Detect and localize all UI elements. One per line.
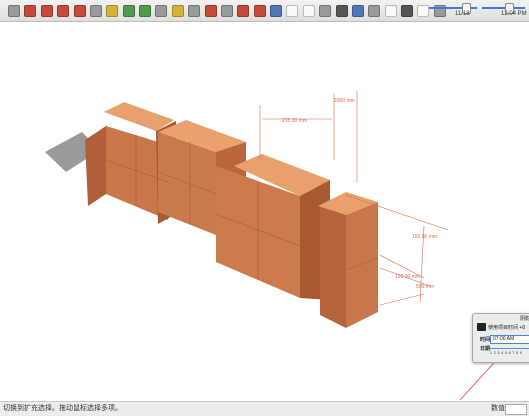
eraser-icon[interactable] (24, 4, 37, 17)
dimension-icon[interactable] (171, 4, 184, 17)
next-view-icon[interactable] (335, 4, 348, 17)
status-message: 切换到扩充选择。拖动鼠标选择多项。 (3, 405, 122, 412)
dimension-right-depth-1: 120.00 mm (395, 274, 420, 280)
time-label: 12:04 PM (501, 11, 527, 17)
month-ticks: 1 2 3 4 5 6 7 8 9 (490, 351, 523, 355)
push-pull-icon[interactable] (106, 4, 119, 17)
pan-icon[interactable] (270, 4, 282, 17)
select-tool-icon[interactable] (8, 4, 20, 17)
time-slider-track[interactable] (482, 7, 525, 9)
time-input[interactable]: 07:00 AM (490, 335, 529, 344)
3d-text-icon[interactable] (237, 4, 250, 17)
scale-icon[interactable] (89, 4, 102, 17)
text-icon[interactable] (204, 4, 217, 17)
brick-end-inner (320, 205, 346, 328)
model-canvas: 215.00 mm 2000 mm 102.00 mm 120.00 mm 50… (45, 91, 505, 401)
status-bar: 切换到扩充选择。拖动鼠标选择多项。 数值 (0, 401, 529, 416)
brick-front-right (346, 202, 378, 328)
dimension-top-height: 2000 mm (334, 98, 355, 104)
shadow-settings-panel: 阴影 使用项目时间 +8 时间 07:00 AM 日期 1 2 3 4 5 6 … (472, 313, 529, 363)
brick-top-left (104, 102, 174, 131)
panel-title: 阴影 (519, 316, 529, 322)
shadows-icon[interactable] (384, 4, 397, 17)
axes-icon[interactable] (220, 4, 233, 17)
offset-icon[interactable] (122, 4, 135, 17)
paint-bucket-icon[interactable] (40, 4, 53, 17)
utc-setting[interactable]: 使用项目时间 +8 (488, 324, 525, 331)
zoom-icon[interactable] (286, 4, 299, 17)
shadow-time-sliders: 11/18 12:04 PM (427, 1, 527, 20)
tape-measure-icon[interactable] (155, 4, 168, 17)
date-label: 11/18 (455, 11, 470, 17)
date-slider[interactable] (490, 348, 529, 349)
measurements-label: 数值 (491, 405, 505, 412)
follow-me-icon[interactable] (139, 4, 151, 17)
brick-side-left (85, 126, 106, 206)
dimension-right-height: 102.00 mm (412, 234, 437, 240)
fog-icon[interactable] (401, 4, 413, 17)
dimension-right-depth-2: 500 mm (416, 284, 434, 290)
time-label: 时间 (480, 337, 491, 343)
standard-views-icon[interactable] (351, 4, 364, 17)
move-icon[interactable] (57, 4, 70, 17)
zoom-extents-icon[interactable] (302, 4, 315, 17)
drawing-viewport[interactable]: 215.00 mm 2000 mm 102.00 mm 120.00 mm 50… (0, 22, 529, 401)
shadow-toggle-icon[interactable] (477, 323, 486, 331)
date-label: 日期 (480, 346, 491, 352)
orbit-icon[interactable] (253, 4, 266, 17)
main-toolbar: 11/18 12:04 PM (0, 0, 529, 22)
styles-icon[interactable] (368, 4, 381, 17)
measurements-input[interactable] (505, 404, 527, 415)
previous-view-icon[interactable] (319, 4, 332, 17)
time-value: 07:00 AM (493, 336, 515, 342)
protractor-icon[interactable] (188, 4, 201, 17)
dimension-top-width: 215.00 mm (282, 118, 307, 124)
rotate-icon[interactable] (73, 4, 86, 17)
